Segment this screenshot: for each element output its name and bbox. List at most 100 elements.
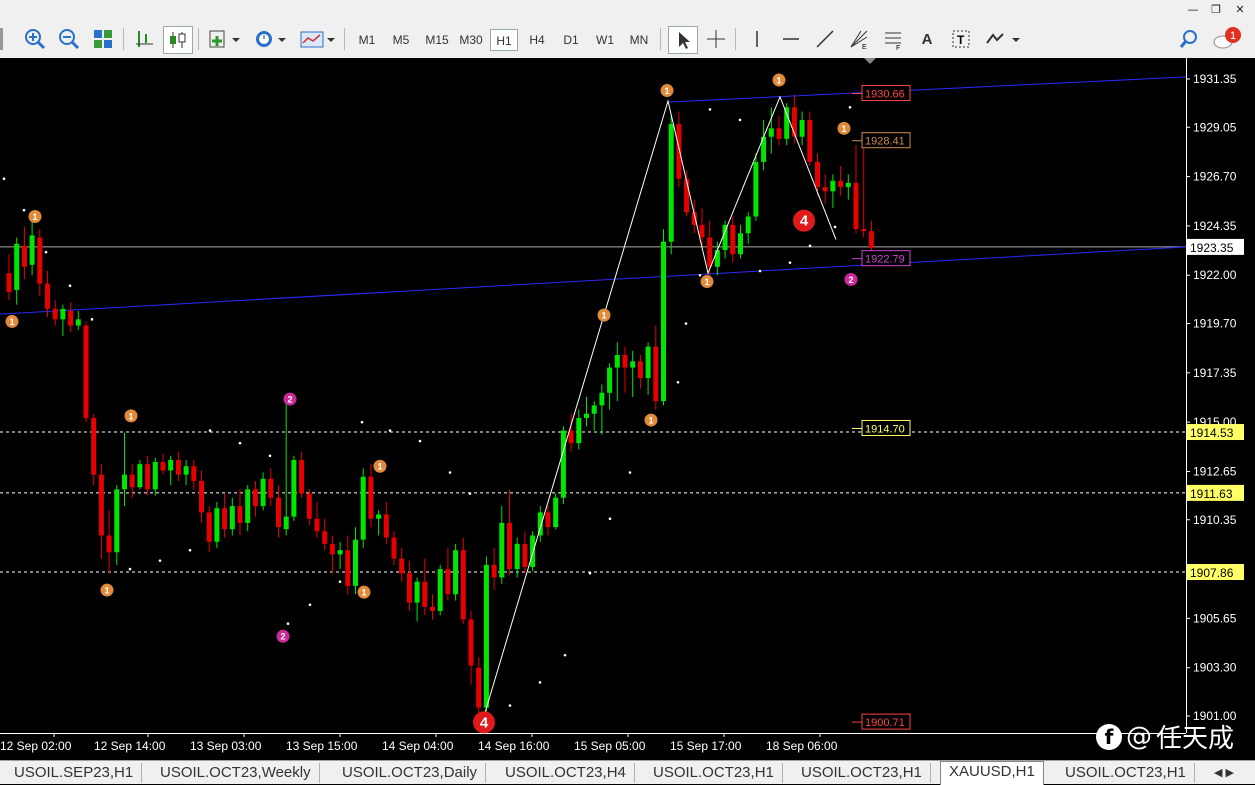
wave-marker-label: 1 bbox=[128, 411, 133, 421]
sar-dot bbox=[508, 704, 512, 707]
zoom-in-icon[interactable] bbox=[22, 26, 48, 52]
minimize-icon[interactable]: — bbox=[1184, 2, 1202, 18]
shapes-icon[interactable] bbox=[982, 26, 1022, 52]
current-price-label: 1923.35 bbox=[1190, 241, 1234, 255]
candle-body bbox=[360, 476, 366, 540]
candle-body bbox=[60, 308, 66, 320]
sar-dot bbox=[22, 208, 26, 212]
sar-dot bbox=[208, 429, 212, 432]
price-chart[interactable]: 1931.35 1929.05 1926.70 1924.35 1922.00 1919.… bbox=[0, 58, 1255, 758]
chart-tab[interactable]: USOIL.OCT23,H4 bbox=[497, 763, 635, 783]
candle-body bbox=[622, 354, 628, 368]
bar-chart-icon[interactable] bbox=[130, 26, 158, 52]
gann-icon[interactable]: E bbox=[846, 26, 872, 52]
sar-dot bbox=[44, 250, 48, 254]
candle-body bbox=[399, 558, 405, 574]
wave-marker-label: 1 bbox=[704, 277, 709, 287]
chart-tab[interactable]: USOIL.OCT23,H1 bbox=[645, 763, 783, 783]
chart-tab[interactable]: USOIL.OCT23,Daily bbox=[334, 763, 487, 783]
notification-icon[interactable]: 1 bbox=[1210, 26, 1246, 52]
chart-tab[interactable]: XAUUSD,H1 bbox=[940, 761, 1044, 785]
sar-dot bbox=[808, 244, 812, 248]
price-tick-label: 1924.35 bbox=[1193, 219, 1237, 233]
zoom-out-icon[interactable] bbox=[56, 26, 82, 52]
time-tick-label: 14 Sep 16:00 bbox=[478, 739, 550, 753]
sar-dot bbox=[608, 517, 612, 521]
chart-tab[interactable]: USOIL.SEP23,H1 bbox=[6, 763, 143, 783]
wave-marker-label: 2 bbox=[287, 395, 292, 405]
candle-body bbox=[545, 512, 551, 528]
text-icon[interactable]: A bbox=[914, 26, 940, 52]
candle-body bbox=[861, 229, 867, 232]
vertical-line-icon[interactable] bbox=[744, 26, 770, 52]
wave-marker-label: 1 bbox=[841, 124, 846, 134]
timeframe-h1-button[interactable]: H1 bbox=[490, 29, 518, 51]
timeframe-m1-button[interactable]: M1 bbox=[354, 29, 380, 51]
candle-body bbox=[422, 581, 428, 607]
indicators-icon[interactable] bbox=[205, 26, 243, 52]
candlestick-icon[interactable] bbox=[163, 26, 193, 54]
candle-body bbox=[98, 474, 104, 536]
tab-scroll-arrows[interactable]: ◀ ▶ bbox=[1206, 763, 1242, 783]
periodicity-icon[interactable] bbox=[251, 26, 289, 52]
search-icon[interactable] bbox=[1176, 26, 1202, 52]
timeframe-h4-button[interactable]: H4 bbox=[524, 29, 550, 51]
time-tick-label: 12 Sep 14:00 bbox=[94, 739, 166, 753]
wave-marker-label: 1 bbox=[377, 462, 382, 472]
candle-body bbox=[483, 564, 489, 708]
wave-marker-label: 4 bbox=[800, 213, 809, 230]
timeframe-m30-button[interactable]: M30 bbox=[456, 29, 486, 51]
tile-windows-icon[interactable] bbox=[90, 26, 116, 52]
sar-dot bbox=[788, 261, 792, 264]
sar-dot bbox=[360, 420, 364, 424]
candle-body bbox=[607, 367, 613, 393]
sar-dot bbox=[388, 429, 392, 432]
timeframe-m15-button[interactable]: M15 bbox=[422, 29, 452, 51]
candle-body bbox=[637, 361, 643, 379]
candle-body bbox=[591, 405, 597, 414]
timeframe-m5-button[interactable]: M5 bbox=[388, 29, 414, 51]
candle-body bbox=[214, 508, 220, 542]
candle-body bbox=[491, 564, 497, 578]
candle-body bbox=[830, 180, 836, 192]
candle-body bbox=[653, 346, 659, 402]
time-tick-label: 15 Sep 05:00 bbox=[574, 739, 646, 753]
cursor-icon[interactable] bbox=[668, 26, 698, 54]
time-tick-label: 15 Sep 17:00 bbox=[670, 739, 742, 753]
sar-dot bbox=[698, 273, 702, 277]
candle-body bbox=[353, 539, 358, 586]
candle-body bbox=[183, 466, 189, 475]
candle-body bbox=[499, 522, 505, 578]
chart-tab[interactable]: USOIL.OCT23,Weekly bbox=[152, 763, 320, 783]
trendline-icon[interactable] bbox=[812, 26, 838, 52]
close-icon[interactable]: ✕ bbox=[1231, 2, 1249, 18]
candle-body bbox=[268, 478, 274, 498]
sar-dot bbox=[90, 318, 94, 321]
candle-body bbox=[838, 180, 844, 188]
candle-body bbox=[45, 283, 50, 309]
candle-body bbox=[37, 237, 43, 284]
chart-tab[interactable]: USOIL.OCT23,H1 bbox=[1057, 763, 1195, 783]
candle-body bbox=[75, 319, 81, 326]
notification-count: 1 bbox=[1230, 30, 1236, 42]
label-icon[interactable]: T bbox=[948, 26, 974, 52]
candle-body bbox=[299, 459, 305, 494]
timeframe-d1-button[interactable]: D1 bbox=[558, 29, 584, 51]
templates-icon[interactable] bbox=[297, 26, 337, 52]
chart-tab[interactable]: USOIL.OCT23,H1 bbox=[793, 763, 931, 783]
wave-marker-label: 1 bbox=[361, 588, 366, 598]
candle-body bbox=[337, 550, 343, 555]
price-label-text: 1930.66 bbox=[865, 88, 905, 100]
crosshair-icon[interactable] bbox=[703, 26, 729, 52]
candle-body bbox=[276, 497, 281, 528]
chart-canvas[interactable]: 1931.35 1929.05 1926.70 1924.35 1922.00 1919.… bbox=[0, 58, 1255, 758]
timeframe-mn-button[interactable]: MN bbox=[626, 29, 652, 51]
horizontal-line-icon[interactable] bbox=[778, 26, 804, 52]
wave-marker-label: 1 bbox=[32, 212, 37, 222]
sar-dot bbox=[563, 653, 567, 657]
candle-body bbox=[52, 308, 58, 320]
price-tick-label: 1905.65 bbox=[1193, 611, 1237, 625]
fibonacci-icon[interactable]: F bbox=[880, 26, 906, 52]
restore-icon[interactable]: ❐ bbox=[1207, 2, 1225, 18]
timeframe-w1-button[interactable]: W1 bbox=[592, 29, 618, 51]
